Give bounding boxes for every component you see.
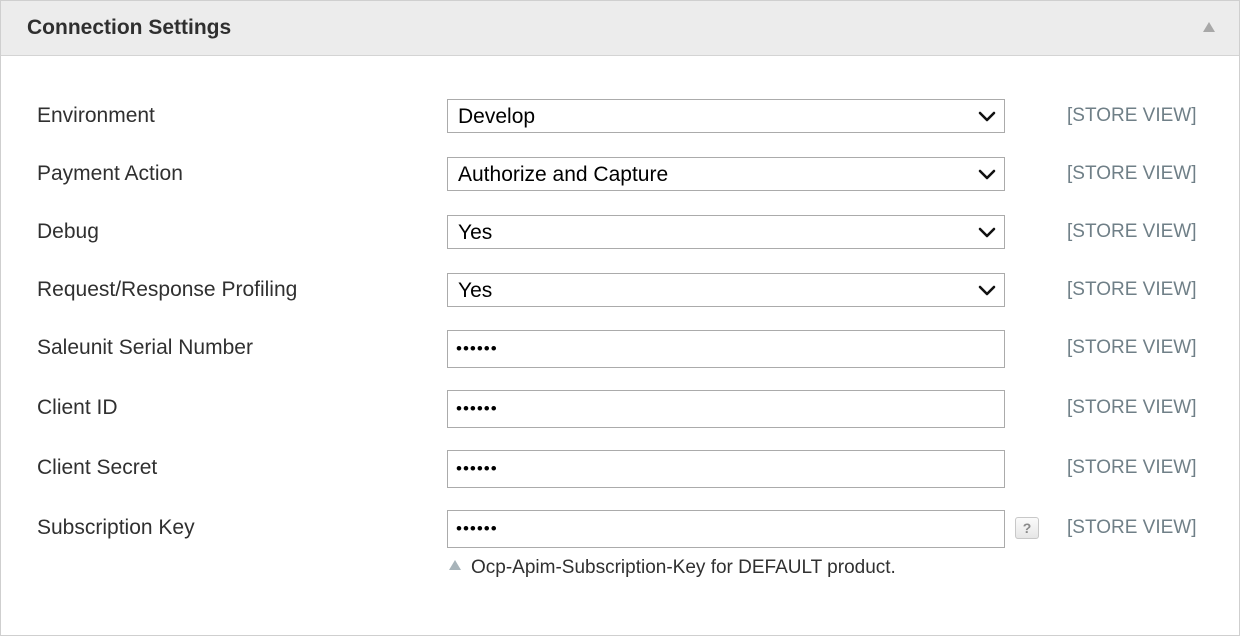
chevron-down-icon [978, 111, 996, 122]
client-id-value: •••••• [456, 399, 498, 418]
serial-number-label: Saleunit Serial Number [37, 336, 253, 359]
chevron-down-icon [978, 169, 996, 180]
debug-label: Debug [37, 220, 99, 243]
debug-scope: [STORE VIEW] [1067, 221, 1197, 242]
client-id-label: Client ID [37, 396, 118, 419]
environment-scope: [STORE VIEW] [1067, 105, 1197, 126]
debug-select-value: Yes [458, 221, 493, 244]
connection-settings-panel: Connection Settings Environment Develop … [0, 0, 1240, 636]
profiling-select[interactable]: Yes [447, 273, 1005, 307]
subscription-key-note-text: Ocp-Apim-Subscription-Key for DEFAULT pr… [471, 557, 896, 578]
profiling-label: Request/Response Profiling [37, 278, 298, 301]
serial-number-scope: [STORE VIEW] [1067, 337, 1197, 358]
subscription-key-value: •••••• [456, 519, 498, 538]
client-secret-scope: [STORE VIEW] [1067, 457, 1197, 478]
chevron-down-icon [978, 227, 996, 238]
client-secret-value: •••••• [456, 459, 498, 478]
client-secret-input[interactable]: •••••• [447, 450, 1005, 488]
environment-select-value: Develop [458, 105, 536, 128]
serial-number-input[interactable]: •••••• [447, 330, 1005, 368]
environment-label: Environment [37, 104, 155, 127]
panel-header[interactable]: Connection Settings [1, 1, 1239, 56]
subscription-key-label: Subscription Key [37, 516, 195, 539]
subscription-key-input[interactable]: •••••• [447, 510, 1005, 548]
subscription-key-note: Ocp-Apim-Subscription-Key for DEFAULT pr… [449, 557, 896, 579]
client-id-scope: [STORE VIEW] [1067, 397, 1197, 418]
profiling-select-value: Yes [458, 279, 493, 302]
debug-select[interactable]: Yes [447, 215, 1005, 249]
serial-number-value: •••••• [456, 339, 498, 358]
help-icon[interactable]: ? [1015, 517, 1039, 539]
collapse-arrow-icon[interactable] [1203, 22, 1215, 32]
payment-action-label: Payment Action [37, 162, 183, 185]
payment-action-scope: [STORE VIEW] [1067, 163, 1197, 184]
environment-select[interactable]: Develop [447, 99, 1005, 133]
client-id-input[interactable]: •••••• [447, 390, 1005, 428]
chevron-down-icon [978, 285, 996, 296]
note-arrow-icon [449, 560, 461, 570]
subscription-key-scope: [STORE VIEW] [1067, 517, 1197, 538]
panel-title: Connection Settings [27, 16, 232, 39]
client-secret-label: Client Secret [37, 456, 158, 479]
payment-action-select[interactable]: Authorize and Capture [447, 157, 1005, 191]
payment-action-select-value: Authorize and Capture [458, 163, 669, 186]
profiling-scope: [STORE VIEW] [1067, 279, 1197, 300]
